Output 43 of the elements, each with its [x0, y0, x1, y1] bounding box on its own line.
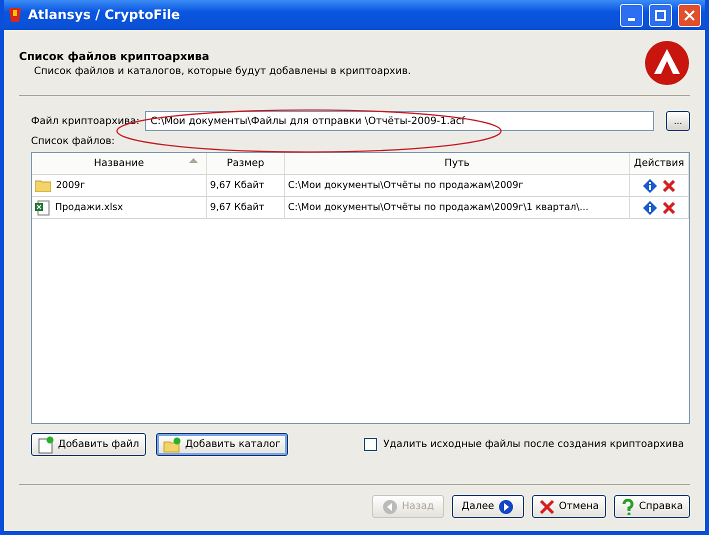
archive-path-field[interactable]: C:\Мои документы\Файлы для отправки \Отчёты-2009-1.acf [145, 111, 654, 131]
add-folder-icon [163, 436, 182, 452]
add-button[interactable]: Добавить файл [31, 433, 146, 456]
list-label: Список файлов: [30, 136, 116, 147]
delete-icon[interactable] [663, 202, 675, 214]
field-label: Файл криптоархива: [31, 116, 140, 126]
page-subtitle: Список файлов и каталогов, которые будут добавлены в криптоархив. [33, 66, 412, 77]
column-header[interactable]: Размер [207, 153, 285, 174]
help-button[interactable]: Справка [614, 495, 690, 518]
minimize-button[interactable] [620, 4, 643, 26]
column-header[interactable]: Действия [630, 153, 689, 174]
folder-icon [35, 179, 51, 192]
table-cell: C:\Мои документы\Отчёты по продажам\2009г [285, 175, 630, 196]
close-button[interactable] [678, 4, 701, 26]
sort-arrow-icon [189, 158, 198, 163]
maximize-button[interactable] [649, 4, 672, 26]
page-title: Список файлов криптоархива [19, 50, 210, 63]
info-icon[interactable] [643, 178, 657, 192]
maximize-icon [655, 10, 666, 20]
app-icon [8, 7, 22, 23]
close-icon [538, 498, 555, 514]
file-name: 2009г [56, 180, 86, 191]
cancel-button[interactable]: Отмена [532, 495, 606, 518]
table-cell: 9,67 Кбайт [207, 197, 285, 218]
delete-icon[interactable] [663, 180, 675, 192]
column-header[interactable]: Название [32, 153, 207, 174]
question-mark-icon [620, 498, 635, 514]
minimize-icon [628, 18, 635, 20]
add-file-icon [38, 436, 54, 454]
info-icon[interactable] [643, 200, 657, 214]
add-button[interactable]: Добавить каталог [156, 433, 288, 456]
window-title: Atlansys / CryptoFile [28, 8, 181, 22]
table-cell: 9,67 Кбайт [207, 175, 285, 196]
browse-button[interactable]: ... [666, 111, 690, 131]
checkbox[interactable] [364, 438, 378, 451]
table-cell: C:\Мои документы\Отчёты по продажам\2009г\1 квартал\... [285, 197, 630, 218]
checkbox-label: Удалить исходные файлы после создания криптоархива [383, 439, 684, 450]
column-header[interactable]: Путь [285, 153, 630, 174]
spreadsheet-icon [35, 200, 50, 216]
close-icon [684, 10, 695, 20]
next-button[interactable]: Далее [452, 495, 524, 518]
logo-icon [644, 40, 690, 86]
file-name: Продажи.xlsx [55, 202, 123, 213]
